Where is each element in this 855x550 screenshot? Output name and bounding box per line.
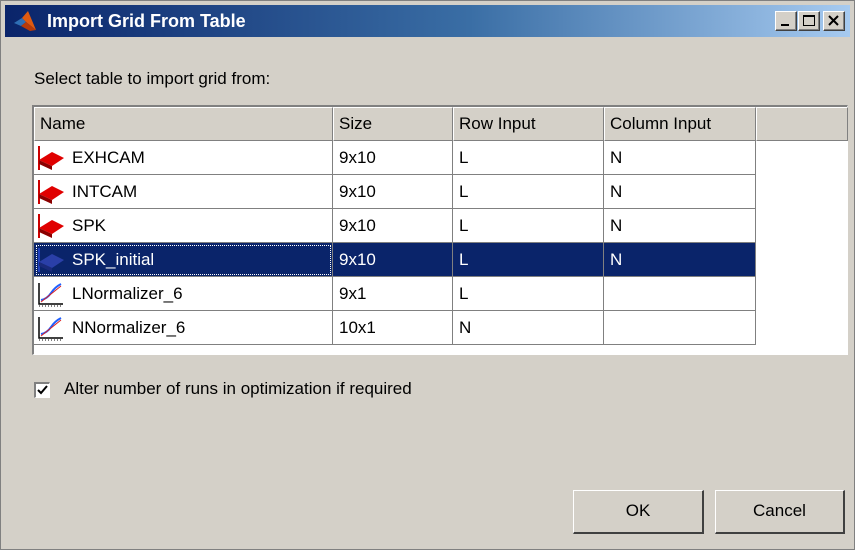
size-cell: 9x1 xyxy=(333,277,453,311)
table-row[interactable]: LNormalizer_6 9x1 L xyxy=(34,277,756,311)
table-name: SPK xyxy=(72,216,107,235)
column-header-name[interactable]: Name xyxy=(34,107,333,141)
table-list[interactable]: Name Size Row Input Column Input EXHCAM … xyxy=(32,105,848,355)
ok-button[interactable]: OK xyxy=(573,490,704,534)
row-input-cell: N xyxy=(453,311,604,345)
row-input-cell: L xyxy=(453,175,604,209)
column-header-column-input[interactable]: Column Input xyxy=(604,107,756,141)
name-cell: LNormalizer_6 xyxy=(34,277,333,311)
size-cell: 9x10 xyxy=(333,243,453,277)
alter-runs-checkbox[interactable] xyxy=(34,382,50,398)
size-cell: 10x1 xyxy=(333,311,453,345)
name-cell: INTCAM xyxy=(34,175,333,209)
window-title: Import Grid From Table xyxy=(47,11,246,31)
table-row[interactable]: INTCAM 9x10 L N xyxy=(34,175,756,209)
alter-runs-label[interactable]: Alter number of runs in optimization if … xyxy=(64,379,412,399)
cancel-button[interactable]: Cancel xyxy=(715,490,845,534)
matlab-logo-icon xyxy=(14,11,36,31)
size-cell: 9x10 xyxy=(333,141,453,175)
minimize-icon xyxy=(781,24,789,26)
column-header-row-input[interactable]: Row Input xyxy=(453,107,604,141)
table-prompt: Select table to import grid from: xyxy=(34,69,271,88)
column-input-cell xyxy=(604,311,756,345)
column-input-cell: N xyxy=(604,141,756,175)
table-2d-icon xyxy=(38,248,64,272)
row-input-cell: L xyxy=(453,209,604,243)
table-2d-icon xyxy=(38,146,64,170)
normalizer-icon xyxy=(38,283,63,307)
name-cell: SPK_initial xyxy=(34,243,333,277)
maximize-button[interactable] xyxy=(798,11,820,31)
table-name: SPK_initial xyxy=(72,250,155,269)
table-name: NNormalizer_6 xyxy=(72,318,186,337)
column-header-size[interactable]: Size xyxy=(333,107,453,141)
row-input-cell: L xyxy=(453,243,604,277)
table-row[interactable]: NNormalizer_6 10x1 N xyxy=(34,311,756,345)
row-input-cell: L xyxy=(453,141,604,175)
row-input-cell: L xyxy=(453,277,604,311)
size-cell: 9x10 xyxy=(333,209,453,243)
import-grid-dialog: Import Grid From Table Select table to i… xyxy=(0,0,855,550)
column-input-cell: N xyxy=(604,175,756,209)
column-input-cell: N xyxy=(604,209,756,243)
table-row[interactable]: SPK 9x10 L N xyxy=(34,209,756,243)
normalizer-icon xyxy=(38,317,63,341)
size-cell: 9x10 xyxy=(333,175,453,209)
checkmark-icon xyxy=(37,385,48,395)
table-2d-icon xyxy=(38,180,64,204)
name-cell: SPK xyxy=(34,209,333,243)
table-row-selected[interactable]: SPK_initial 9x10 L N xyxy=(34,243,756,277)
title-bar[interactable]: Import Grid From Table xyxy=(5,5,850,37)
table-name: LNormalizer_6 xyxy=(72,284,183,303)
table-2d-icon xyxy=(38,214,64,238)
column-input-cell: N xyxy=(604,243,756,277)
close-icon xyxy=(828,15,839,26)
table-name: EXHCAM xyxy=(72,148,145,167)
name-cell: NNormalizer_6 xyxy=(34,311,333,345)
column-header-filler xyxy=(756,107,848,141)
column-input-cell xyxy=(604,277,756,311)
minimize-button[interactable] xyxy=(775,11,797,31)
maximize-icon xyxy=(803,15,815,26)
table-row[interactable]: EXHCAM 9x10 L N xyxy=(34,141,756,175)
name-cell: EXHCAM xyxy=(34,141,333,175)
close-button[interactable] xyxy=(823,11,845,31)
table-name: INTCAM xyxy=(72,182,138,201)
